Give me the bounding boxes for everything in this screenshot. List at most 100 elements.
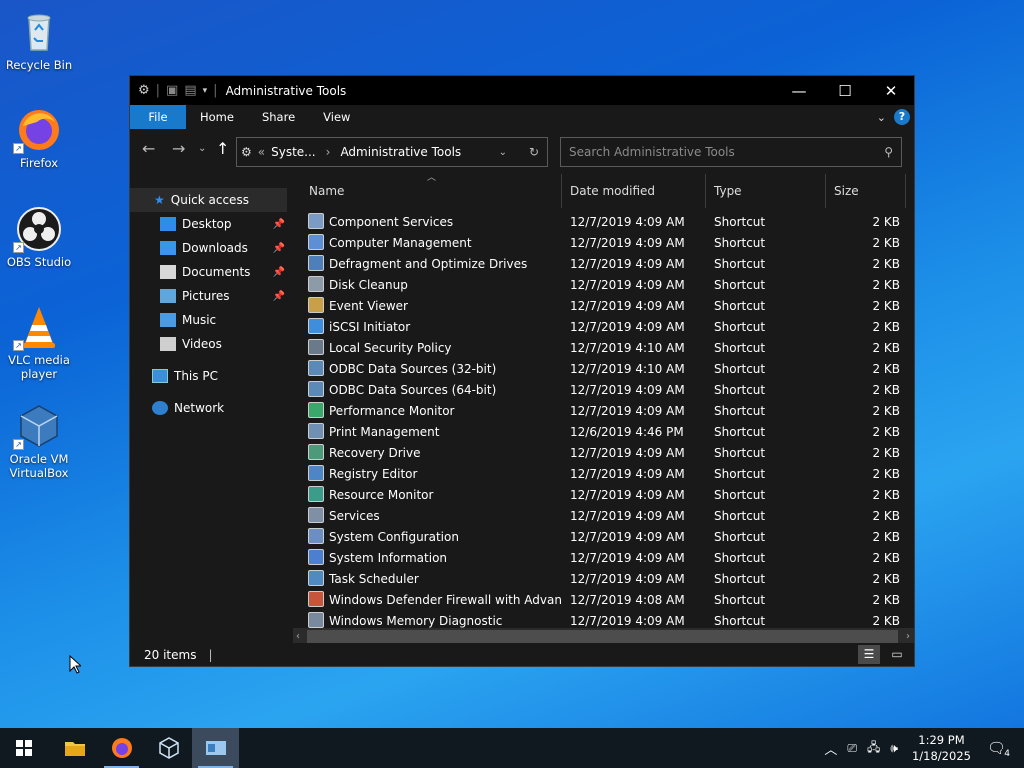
file-date: 12/7/2019 4:09 AM [570, 466, 685, 481]
action-center-button[interactable]: 🗨 4 [987, 739, 1012, 759]
table-row[interactable]: Disk Cleanup 12/7/2019 4:09 AM Shortcut 2 K… [295, 274, 914, 295]
sidebar-item-label: Documents [182, 265, 251, 279]
sidebar-item-videos[interactable]: Videos [130, 332, 287, 356]
table-row[interactable]: Performance Monitor 12/7/2019 4:09 AM Shor… [295, 400, 914, 421]
desktop-icon-firefox[interactable]: ↗ Firefox [4, 106, 74, 170]
table-row[interactable]: System Configuration 12/7/2019 4:09 AM Sho… [295, 526, 914, 547]
file-type: Shortcut [714, 592, 766, 607]
taskbar-virtualbox[interactable] [145, 728, 192, 768]
taskbar-firefox[interactable] [98, 728, 145, 768]
table-row[interactable]: ODBC Data Sources (32-bit) 12/7/2019 4:10… [295, 358, 914, 379]
table-row[interactable]: Defragment and Optimize Drives 12/7/2019 … [295, 253, 914, 274]
firefox-icon: ↗ [13, 106, 63, 154]
tab-share[interactable]: Share [248, 105, 309, 129]
meet-now-icon[interactable]: ⎚ [847, 741, 857, 756]
table-row[interactable]: Local Security Policy 12/7/2019 4:10 AM Sh… [295, 337, 914, 358]
show-hidden-icons-icon[interactable]: ︿ [824, 739, 837, 758]
sidebar-item-music[interactable]: Music [130, 308, 287, 332]
network-tray-icon[interactable]: 🖧 [867, 738, 880, 759]
customize-qat-icon[interactable]: ▾ [203, 86, 208, 96]
sidebar-item-this-pc[interactable]: This PC [130, 364, 287, 388]
pin-icon[interactable]: 📌 [273, 243, 285, 254]
table-row[interactable]: iSCSI Initiator 12/7/2019 4:09 AM Shortcut… [295, 316, 914, 337]
taskbar: ︿ ⎚ 🖧 🕪 1:29 PM 1/18/2025 🗨 4 [0, 728, 1024, 768]
sidebar-item-quick-access[interactable]: ★ Quick access [130, 188, 287, 212]
column-headers: Name Date modified Type Size [295, 174, 914, 208]
scroll-left-icon[interactable]: ‹ [296, 631, 300, 642]
desktop-icon-obs[interactable]: ↗ OBS Studio [4, 205, 74, 269]
title-bar[interactable]: ⚙ | ▣ ▤ ▾ | Administrative Tools — ☐ ✕ [130, 76, 914, 105]
desktop-icon-label: Recycle Bin [5, 58, 73, 72]
sidebar-item-desktop[interactable]: Desktop 📌 [130, 212, 287, 236]
column-header-type[interactable]: Type [706, 174, 826, 208]
table-row[interactable]: Services 12/7/2019 4:09 AM Shortcut 2 KB [295, 505, 914, 526]
clock[interactable]: 1:29 PM 1/18/2025 [912, 732, 971, 764]
address-bar[interactable]: ⚙ « Syste... › Administrative Tools ⌄ ↻ [236, 137, 548, 167]
column-header-date[interactable]: Date modified [562, 174, 706, 208]
new-folder-icon[interactable]: ▤ [184, 83, 196, 98]
close-button[interactable]: ✕ [868, 76, 914, 105]
table-row[interactable]: Registry Editor 12/7/2019 4:09 AM Shortcut… [295, 463, 914, 484]
table-row[interactable]: ODBC Data Sources (64-bit) 12/7/2019 4:09… [295, 379, 914, 400]
volume-icon[interactable]: 🕪 [890, 741, 898, 756]
sidebar-item-documents[interactable]: Documents 📌 [130, 260, 287, 284]
breadcrumb-current[interactable]: Administrative Tools [340, 145, 461, 159]
desktop-icon-recycle-bin[interactable]: Recycle Bin [4, 8, 74, 72]
sidebar-item-network[interactable]: Network [130, 396, 287, 420]
up-button[interactable]: ↑ [216, 139, 229, 158]
forward-button[interactable]: → [172, 139, 185, 158]
taskbar-admin-tools[interactable] [192, 728, 239, 768]
pane-splitter[interactable] [287, 174, 295, 628]
details-view-icon[interactable]: ☰ [858, 645, 880, 664]
pin-icon[interactable]: 📌 [273, 219, 285, 230]
maximize-button[interactable]: ☐ [822, 76, 868, 105]
file-size: 2 KB [872, 508, 900, 523]
explorer-window[interactable]: ⚙ | ▣ ▤ ▾ | Administrative Tools — ☐ ✕ F… [129, 75, 915, 667]
sidebar-item-pictures[interactable]: Pictures 📌 [130, 284, 287, 308]
pin-icon[interactable]: 📌 [273, 291, 285, 302]
window-title: Administrative Tools [225, 83, 347, 98]
recent-locations-icon[interactable]: ⌄ [198, 143, 206, 154]
large-icons-view-icon[interactable]: ▭ [886, 645, 908, 664]
scrollbar-thumb[interactable] [307, 630, 898, 643]
desktop-icon-virtualbox[interactable]: ↗ Oracle VM VirtualBox [4, 402, 74, 480]
scroll-right-icon[interactable]: › [906, 631, 910, 642]
tab-home[interactable]: Home [186, 105, 248, 129]
desktop-icon-vlc[interactable]: ↗ VLC media player [4, 303, 74, 381]
breadcrumb-parent[interactable]: Syste... [271, 145, 316, 159]
expand-ribbon-icon[interactable]: ⌄ [877, 111, 886, 124]
back-button[interactable]: ← [142, 139, 155, 158]
taskbar-file-explorer[interactable] [51, 728, 98, 768]
tab-file[interactable]: File [130, 105, 186, 129]
minimize-button[interactable]: — [776, 76, 822, 105]
file-size: 2 KB [872, 529, 900, 544]
table-row[interactable]: System Information 12/7/2019 4:09 AM Short… [295, 547, 914, 568]
downloads-folder-icon [160, 241, 176, 255]
properties-icon[interactable]: ▣ [166, 83, 178, 98]
shortcut-icon [308, 486, 324, 502]
desktop-icon-label: Oracle VM VirtualBox [9, 452, 69, 480]
breadcrumb-overflow[interactable]: « [258, 145, 265, 159]
file-type: Shortcut [714, 424, 766, 439]
table-row[interactable]: Computer Management 12/7/2019 4:09 AM Shor… [295, 232, 914, 253]
address-dropdown-icon[interactable]: ⌄ [499, 147, 507, 158]
table-row[interactable]: Task Scheduler 12/7/2019 4:09 AM Shortcut 2… [295, 568, 914, 589]
help-icon[interactable]: ? [894, 109, 910, 125]
table-row[interactable]: Print Management 12/6/2019 4:46 PM Shortcu… [295, 421, 914, 442]
star-icon: ★ [154, 193, 165, 207]
table-row[interactable]: Component Services 12/7/2019 4:09 AM Short… [295, 211, 914, 232]
sidebar-item-downloads[interactable]: Downloads 📌 [130, 236, 287, 260]
column-header-name[interactable]: Name [301, 174, 562, 208]
start-button[interactable] [0, 728, 47, 768]
file-type: Shortcut [714, 571, 766, 586]
table-row[interactable]: Windows Defender Firewall with Advanc...… [295, 589, 914, 610]
table-row[interactable]: Resource Monitor 12/7/2019 4:09 AM Shortcu… [295, 484, 914, 505]
column-header-size[interactable]: Size [826, 174, 906, 208]
table-row[interactable]: Recovery Drive 12/7/2019 4:09 AM Shortcut 2… [295, 442, 914, 463]
table-row[interactable]: Event Viewer 12/7/2019 4:09 AM Shortcut 2 K… [295, 295, 914, 316]
tab-view[interactable]: View [309, 105, 364, 129]
pin-icon[interactable]: 📌 [273, 267, 285, 278]
sidebar-item-label: Quick access [170, 193, 249, 207]
search-input[interactable]: Search Administrative Tools ⚲ [560, 137, 902, 167]
refresh-icon[interactable]: ↻ [529, 145, 539, 159]
